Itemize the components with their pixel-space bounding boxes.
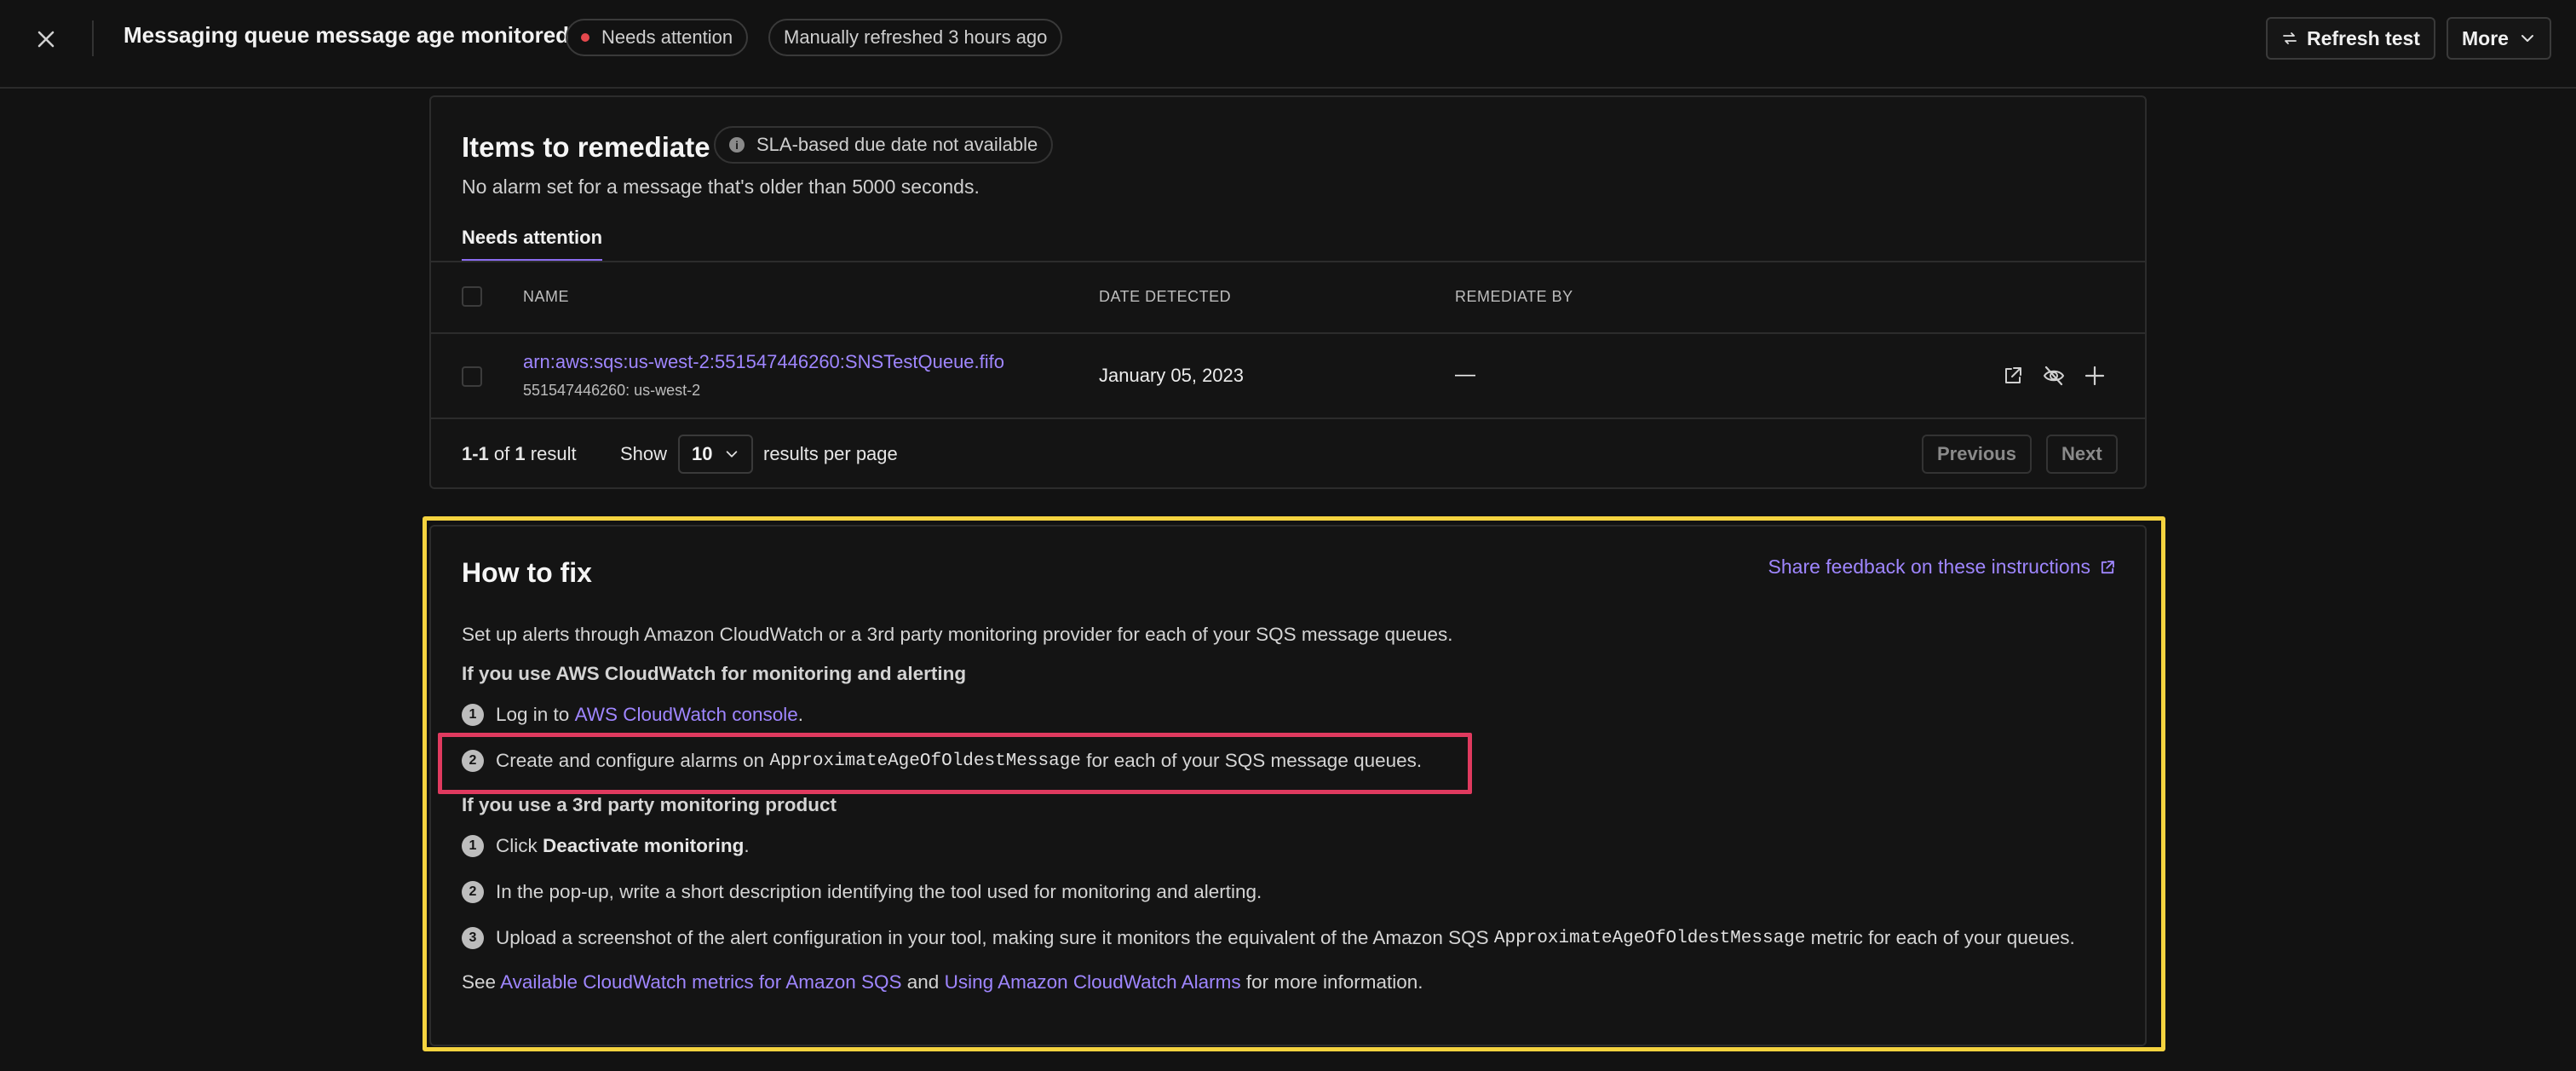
step-number: 2 (462, 881, 484, 903)
chevron-down-icon (726, 451, 738, 458)
next-page-button[interactable]: Next (2046, 435, 2118, 474)
result-word: result (530, 443, 577, 464)
step-text-suffix: . (744, 835, 750, 856)
refresh-test-label: Refresh test (2307, 26, 2420, 49)
available-metrics-link[interactable]: Available CloudWatch metrics for Amazon … (500, 971, 901, 993)
external-link-icon (2005, 367, 2021, 383)
per-page-label: results per page (763, 443, 898, 464)
column-header-name[interactable]: NAME (523, 288, 569, 306)
step-number: 1 (462, 835, 484, 857)
fix-intro: Set up alerts through Amazon CloudWatch … (462, 624, 1453, 645)
open-external-button[interactable] (2000, 363, 2026, 389)
section-heading-third-party: If you use a 3rd party monitoring produc… (462, 794, 837, 815)
page-title: Messaging queue message age monitored (124, 22, 570, 48)
close-icon (37, 31, 55, 48)
result-range: 1-1 (462, 443, 489, 464)
step-text: Create and configure alarms on (496, 750, 765, 771)
how-to-fix-title: How to fix (462, 557, 592, 588)
step-number: 2 (462, 750, 484, 772)
items-to-remediate-card: Items to remediate i SLA-based due date … (429, 95, 2147, 489)
remediate-by-value: — (1455, 363, 1475, 386)
plus-icon (2084, 366, 2105, 386)
step-text: In the pop-up, write a short description… (496, 881, 1262, 902)
status-dot-icon (581, 33, 589, 42)
hide-item-button[interactable] (2041, 363, 2067, 389)
cloudwatch-console-link[interactable]: AWS CloudWatch console (575, 704, 798, 726)
share-feedback-link[interactable]: Share feedback on these instructions (1768, 556, 2116, 579)
deactivate-monitoring-text: Deactivate monitoring (543, 835, 745, 856)
table-header: NAME DATE DETECTED REMEDIATE BY (431, 262, 2145, 334)
date-detected-value: January 05, 2023 (1099, 365, 1245, 386)
share-feedback-label: Share feedback on these instructions (1768, 556, 2090, 578)
previous-page-button[interactable]: Previous (1922, 435, 2032, 474)
select-all-checkbox[interactable] (462, 286, 482, 307)
third-party-step-2: 2 In the pop-up, write a short descripti… (462, 881, 1262, 903)
step-text: Log in to (496, 704, 570, 725)
refresh-test-button[interactable]: Refresh test (2266, 17, 2435, 60)
refresh-status-badge: Manually refreshed 3 hours ago (768, 19, 1063, 56)
step-text-suffix: . (797, 704, 804, 725)
refresh-status-label: Manually refreshed 3 hours ago (784, 26, 1048, 48)
column-header-remediate-by[interactable]: REMEDIATE BY (1455, 288, 1573, 306)
tab-needs-attention[interactable]: Needs attention (462, 227, 603, 262)
third-party-step-3: 3 Upload a screenshot of the alert confi… (462, 927, 2075, 949)
resource-account-region: 551547446260: us-west-2 (523, 382, 701, 399)
header-divider (92, 20, 94, 56)
per-page-select[interactable]: 10 (678, 435, 753, 474)
refresh-icon (2283, 32, 2297, 44)
result-of: of (493, 443, 510, 464)
per-page-value: 10 (692, 443, 713, 464)
chevron-down-icon (2521, 35, 2533, 42)
row-checkbox[interactable] (462, 366, 482, 387)
metric-code: ApproximateAgeOfOldestMessage (769, 751, 1081, 771)
step-number: 1 (462, 704, 484, 726)
column-header-date-detected[interactable]: DATE DETECTED (1099, 288, 1231, 306)
items-subtitle: No alarm set for a message that's older … (462, 176, 980, 198)
step-text: Upload a screenshot of the alert configu… (496, 927, 1489, 948)
external-link-icon (2101, 560, 2114, 573)
status-badge: Needs attention (566, 19, 749, 56)
eye-off-icon (2043, 366, 2065, 386)
more-button[interactable]: More (2447, 17, 2551, 60)
items-title: Items to remediate (462, 131, 710, 163)
sla-badge-label: SLA-based due date not available (756, 134, 1038, 155)
result-count: 1-1 of 1 result (462, 443, 577, 465)
how-to-fix-card: How to fix Share feedback on these instr… (429, 525, 2147, 1046)
add-item-button[interactable] (2082, 363, 2107, 389)
cloudwatch-step-2: 2 Create and configure alarms on Approxi… (462, 750, 1422, 772)
result-total: 1 (515, 443, 526, 464)
step-text: Click (496, 835, 538, 856)
step-text-suffix: for each of your SQS message queues. (1086, 750, 1423, 771)
info-icon: i (729, 137, 745, 153)
cloudwatch-step-1: 1 Log in to AWS CloudWatch console. (462, 704, 803, 726)
cloudwatch-alarms-link[interactable]: Using Amazon CloudWatch Alarms (945, 971, 1241, 993)
section-heading-cloudwatch: If you use AWS CloudWatch for monitoring… (462, 663, 967, 684)
sla-badge: i SLA-based due date not available (714, 126, 1054, 164)
close-button[interactable] (31, 24, 61, 55)
third-party-step-1: 1 Click Deactivate monitoring. (462, 835, 750, 857)
footer-and: and (906, 971, 940, 993)
resource-link[interactable]: arn:aws:sqs:us-west-2:551547446260:SNSTe… (523, 351, 1004, 373)
more-label: More (2462, 26, 2509, 49)
footer-suffix: for more information. (1245, 971, 1423, 993)
metric-code: ApproximateAgeOfOldestMessage (1493, 928, 1806, 948)
top-bar: Messaging queue message age monitored Ne… (0, 0, 2576, 89)
fix-footer: See Available CloudWatch metrics for Ama… (462, 971, 1423, 993)
step-text-suffix: metric for each of your queues. (1810, 927, 2075, 948)
footer-prefix: See (462, 971, 497, 993)
show-label: Show (620, 443, 668, 464)
pagination: 1-1 of 1 result Show 10 results per page… (431, 421, 2145, 491)
step-number: 3 (462, 927, 484, 949)
status-badge-label: Needs attention (601, 26, 733, 48)
table-row: arn:aws:sqs:us-west-2:551547446260:SNSTe… (431, 334, 2145, 419)
